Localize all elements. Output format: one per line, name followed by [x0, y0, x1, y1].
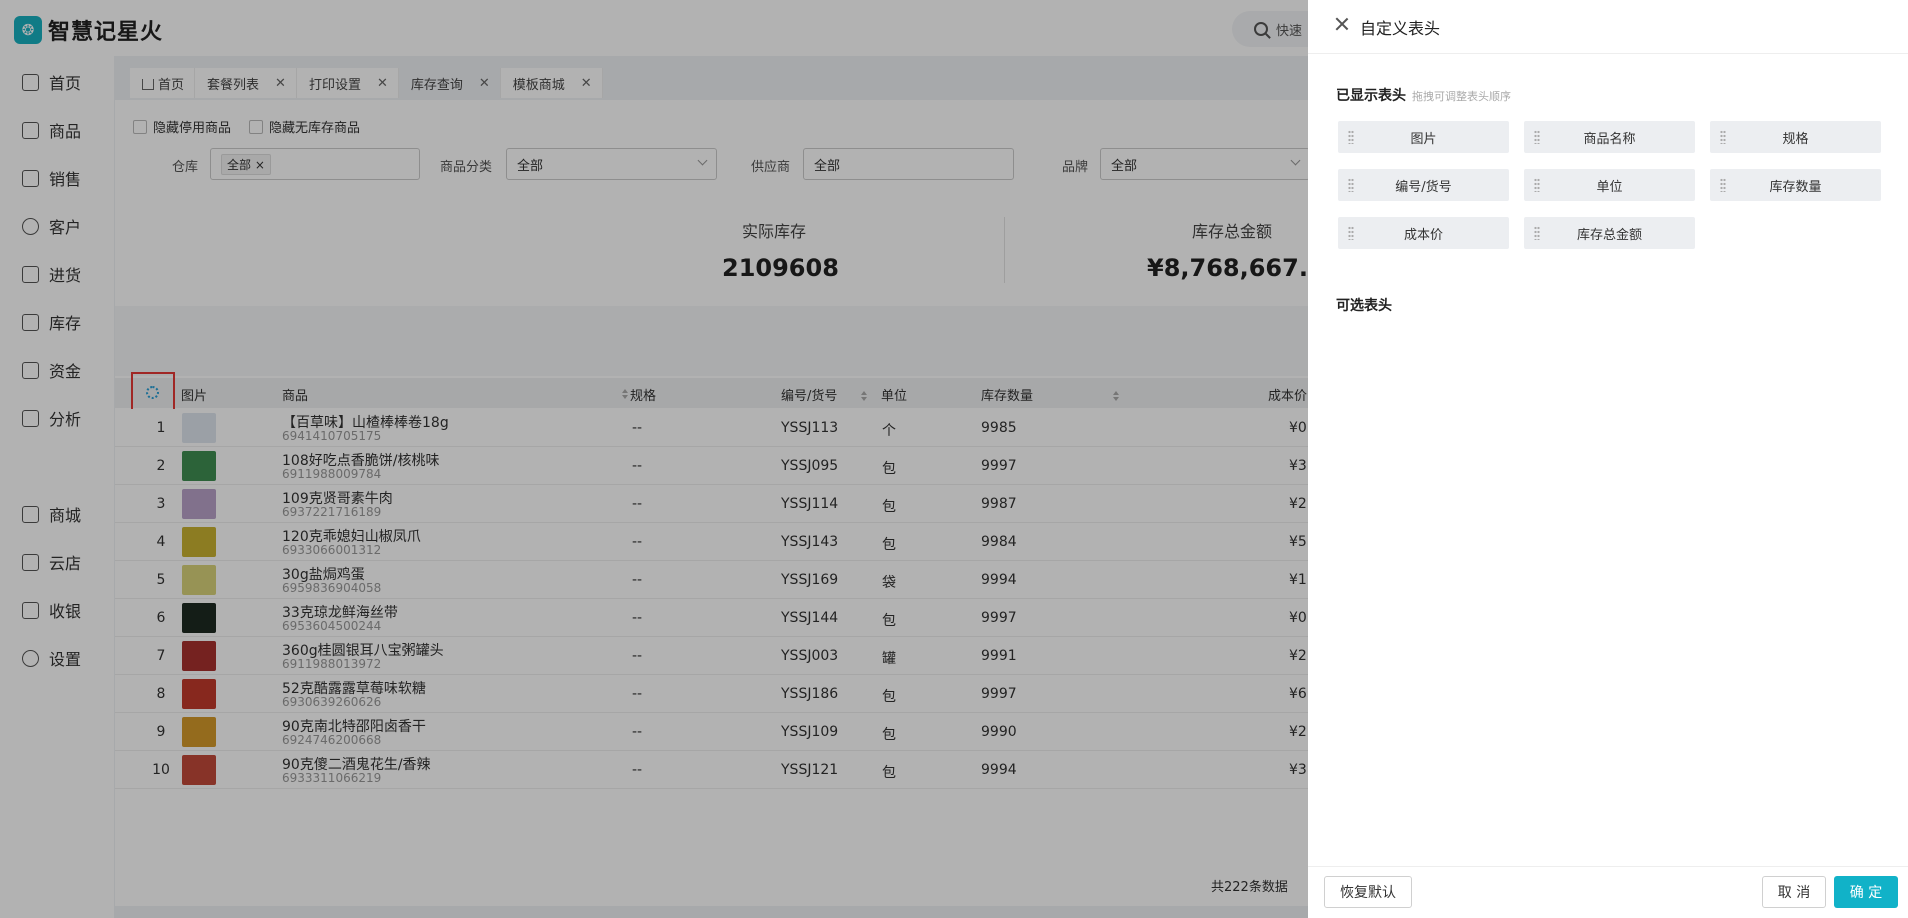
drag-handle-icon[interactable] — [1348, 226, 1354, 240]
drag-handle-icon[interactable] — [1720, 178, 1726, 192]
shown-column-chip[interactable]: 规格 — [1710, 121, 1881, 153]
drawer-footer: 恢复默认 取 消 确 定 — [1308, 866, 1908, 918]
close-icon[interactable] — [1334, 16, 1350, 32]
modal-overlay[interactable] — [0, 0, 1308, 918]
drawer-header: 自定义表头 — [1308, 0, 1908, 54]
reset-default-button[interactable]: 恢复默认 — [1324, 876, 1412, 908]
customize-header-drawer: 自定义表头 已显示表头 拖拽可调整表头顺序 图片 商品名称 规格 编号/货号 单位… — [1308, 0, 1908, 918]
cancel-button[interactable]: 取 消 — [1762, 876, 1826, 908]
chip-label: 单位 — [1596, 179, 1623, 195]
drag-hint: 拖拽可调整表头顺序 — [1412, 90, 1511, 103]
section-label: 已显示表头 — [1336, 88, 1406, 104]
drag-handle-icon[interactable] — [1534, 178, 1540, 192]
shown-column-chip[interactable]: 编号/货号 — [1338, 169, 1509, 201]
chip-label: 成本价 — [1403, 227, 1443, 243]
shown-column-chip[interactable]: 图片 — [1338, 121, 1509, 153]
drag-handle-icon[interactable] — [1534, 130, 1540, 144]
drag-handle-icon[interactable] — [1348, 178, 1354, 192]
optional-columns-title: 可选表头 — [1336, 298, 1392, 314]
drawer-title: 自定义表头 — [1360, 19, 1441, 38]
confirm-button[interactable]: 确 定 — [1834, 876, 1898, 908]
chip-label: 编号/货号 — [1395, 179, 1452, 195]
drag-handle-icon[interactable] — [1348, 130, 1354, 144]
shown-column-chip[interactable]: 库存数量 — [1710, 169, 1881, 201]
shown-column-chip[interactable]: 成本价 — [1338, 217, 1509, 249]
drag-handle-icon[interactable] — [1720, 130, 1726, 144]
shown-column-chip[interactable]: 商品名称 — [1524, 121, 1695, 153]
chip-label: 图片 — [1410, 131, 1437, 147]
shown-columns-title: 已显示表头 拖拽可调整表头顺序 — [1336, 85, 1511, 105]
chip-label: 规格 — [1782, 131, 1809, 147]
chip-label: 商品名称 — [1583, 131, 1636, 147]
shown-column-chip[interactable]: 库存总金额 — [1524, 217, 1695, 249]
chip-label: 库存总金额 — [1576, 227, 1642, 243]
chip-label: 库存数量 — [1769, 179, 1822, 195]
drag-handle-icon[interactable] — [1534, 226, 1540, 240]
shown-column-chip[interactable]: 单位 — [1524, 169, 1695, 201]
